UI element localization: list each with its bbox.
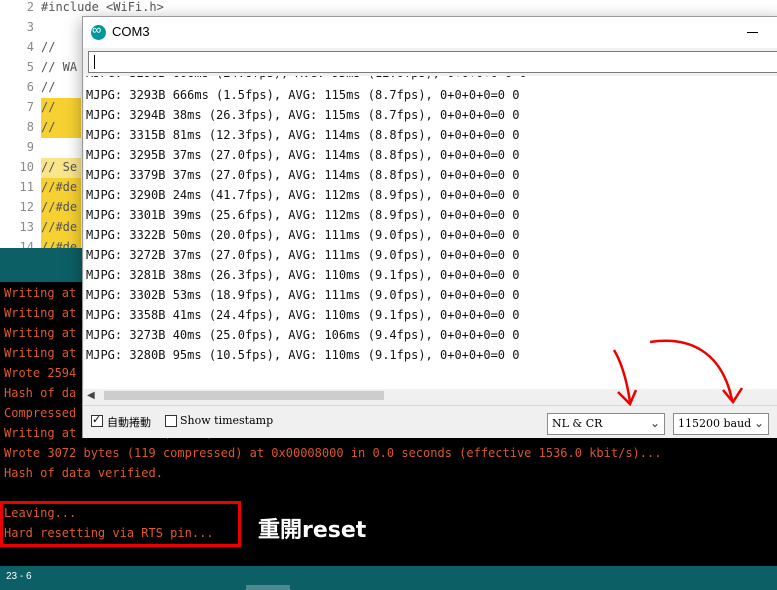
code-line: //#de (41, 180, 78, 194)
line-number: 5 (26, 60, 34, 74)
code-line: //#de (41, 220, 78, 234)
serial-line: MJPG: 3294B 38ms (26.3fps), AVG: 115ms (… (86, 108, 520, 122)
serial-line: MJPG: 3280B 95ms (10.5fps), AVG: 110ms (… (86, 348, 520, 362)
line-number: 8 (26, 120, 34, 134)
serial-line: MJPG: 3273B 40ms (25.0fps), AVG: 106ms (… (86, 328, 520, 342)
chevron-down-icon: ⌄ (649, 416, 660, 430)
line-number: 2 (26, 0, 34, 14)
console-line: Wrote 2594 (4, 366, 77, 380)
line-ending-value: NL & CR (552, 417, 603, 430)
arduino-icon (91, 22, 106, 40)
console-line: Writing at (4, 306, 77, 320)
code-line: // (41, 80, 56, 94)
line-number: 13 (19, 220, 34, 234)
autoscroll-checkbox[interactable] (91, 413, 103, 427)
console-line: Writing at (4, 326, 77, 340)
scroll-thumb[interactable] (104, 391, 384, 400)
cursor-position: 23 - 6 (6, 571, 32, 582)
serial-line: MJPG: 3293B 666ms (1.5fps), AVG: 115ms (… (86, 88, 520, 102)
serial-line: MJPG: 3290B 24ms (41.7fps), AVG: 112ms (… (86, 188, 520, 202)
console-line: Hash of da (4, 386, 77, 400)
code-line: // (41, 120, 56, 134)
highlight-box (0, 501, 241, 547)
line-number: 6 (26, 80, 34, 94)
serial-line-partial: MJPG: 3290B 606ms (24.6fps), AVG: 95ms (… (86, 76, 527, 80)
line-number: 12 (19, 200, 34, 214)
console-line: Compressed (4, 406, 77, 420)
code-line: //#de (41, 200, 78, 214)
serial-monitor-window: COM3 MJPG: 3290B 606ms (24.6fps), AVG: 9… (82, 16, 777, 438)
line-number: 9 (26, 140, 34, 154)
title-bar[interactable]: COM3 (83, 17, 777, 48)
line-number: 4 (26, 40, 34, 54)
baud-rate-select[interactable]: 115200 baud ⌄ (673, 413, 769, 435)
scroll-left-icon[interactable]: ◀ (87, 390, 95, 401)
serial-line: MJPG: 3301B 39ms (25.6fps), AVG: 112ms (… (86, 208, 520, 222)
serial-output[interactable]: MJPG: 3290B 606ms (24.6fps), AVG: 95ms (… (84, 76, 777, 389)
text-caret (94, 55, 95, 69)
baud-rate-value: 115200 baud (678, 417, 752, 430)
serial-line: MJPG: 3315B 81ms (12.3fps), AVG: 114ms (… (86, 128, 520, 142)
serial-line: MJPG: 3272B 37ms (27.0fps), AVG: 111ms (… (86, 248, 520, 262)
serial-line: MJPG: 3302B 53ms (18.9fps), AVG: 111ms (… (86, 288, 520, 302)
code-line: // (41, 40, 56, 54)
line-ending-select[interactable]: NL & CR ⌄ (547, 413, 665, 435)
console-line: Writing at (4, 346, 77, 360)
line-number: 10 (19, 160, 34, 174)
console-line: Writing at (4, 286, 77, 300)
line-number: 11 (19, 180, 34, 194)
timestamp-checkbox[interactable] (165, 415, 177, 427)
status-bar: 23 - 6 (0, 566, 777, 590)
status-scroll-thumb[interactable] (246, 585, 290, 590)
minimize-button[interactable] (747, 32, 758, 33)
serial-line: MJPG: 3358B 41ms (24.4fps), AVG: 110ms (… (86, 308, 520, 322)
line-number: 7 (26, 100, 34, 114)
serial-line: MJPG: 3295B 37ms (27.0fps), AVG: 114ms (… (86, 148, 520, 162)
console-line: Hash of data verified. (4, 466, 163, 480)
code-line: // (41, 100, 56, 114)
serial-line: MJPG: 3379B 37ms (27.0fps), AVG: 114ms (… (86, 168, 520, 182)
code-line: // Se (41, 160, 78, 174)
monitor-controls: 自動捲動 Show timestamp NL & CR ⌄ 115200 bau… (83, 405, 777, 438)
annotation-text: 重開reset (258, 518, 367, 543)
serial-line: MJPG: 3281B 38ms (26.3fps), AVG: 110ms (… (86, 268, 520, 282)
serial-line: MJPG: 3322B 50ms (20.0fps), AVG: 111ms (… (86, 228, 520, 242)
code-line: #include <WiFi.h> (41, 0, 164, 14)
line-number: 3 (26, 20, 34, 34)
timestamp-label: Show timestamp (180, 414, 274, 427)
horizontal-scrollbar[interactable]: ◀ (84, 389, 777, 403)
send-input[interactable] (88, 51, 777, 73)
code-line: // WA (41, 60, 78, 74)
autoscroll-label: 自動捲動 (107, 416, 151, 429)
chevron-down-icon: ⌄ (753, 416, 764, 430)
window-title: COM3 (112, 24, 150, 39)
console-line: Wrote 3072 bytes (119 compressed) at 0x0… (4, 446, 662, 460)
